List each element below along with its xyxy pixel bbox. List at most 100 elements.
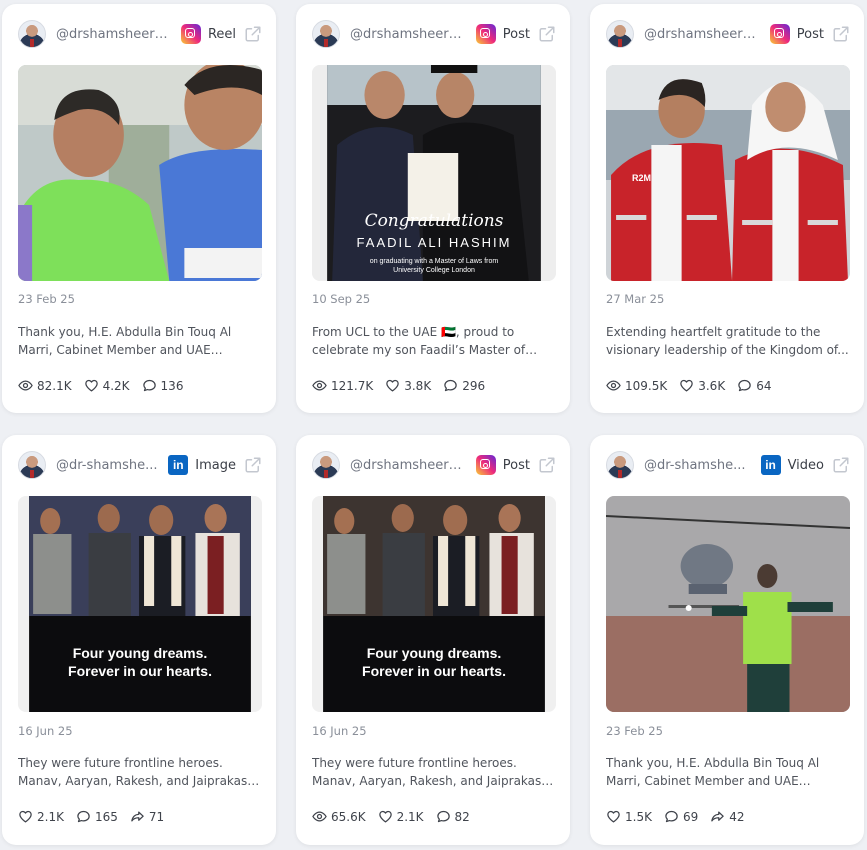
avatar[interactable]: [606, 20, 634, 48]
post-caption: From UCL to the UAE 🇦🇪, proud to celebra…: [312, 325, 526, 357]
post-type: Reel: [207, 26, 236, 42]
heart-icon: [679, 378, 694, 393]
comments-stat: 69: [664, 809, 698, 824]
post-card[interactable]: @drshamsheervp Post Congratulations FAAD…: [296, 4, 570, 413]
platform-badge: in Image: [168, 455, 236, 475]
account-handle[interactable]: @dr-shamshe...: [56, 458, 158, 473]
comment-icon: [436, 809, 451, 824]
heart-icon: [18, 809, 33, 824]
post-card[interactable]: @dr-shamshe... in Image Four young dream…: [2, 435, 276, 845]
likes-stat: 2.1K: [378, 809, 424, 824]
comment-icon: [664, 809, 679, 824]
platform-badge: Post: [475, 455, 530, 475]
overlay-script: Congratulations: [364, 211, 504, 231]
post-date: 27 Mar 25: [606, 292, 665, 306]
card-header: @drshamsheervp Post: [606, 20, 850, 48]
comments-stat: 82: [436, 809, 470, 824]
account-handle[interactable]: @drshamsheervp: [350, 458, 462, 473]
post-date: 10 Sep 25: [312, 292, 371, 306]
external-link-icon[interactable]: [538, 25, 556, 43]
post-thumbnail[interactable]: [18, 65, 262, 281]
share-icon: [130, 809, 145, 824]
post-thumbnail[interactable]: R2M: [606, 65, 850, 281]
post-thumbnail[interactable]: Four young dreams. Forever in our hearts…: [312, 496, 556, 712]
instagram-icon: [769, 24, 790, 44]
views-stat: 109.5K: [606, 378, 667, 393]
post-type: Post: [796, 26, 824, 42]
avatar[interactable]: [18, 20, 46, 48]
overlay-line1: Four young dreams.: [72, 645, 208, 661]
post-caption: They were future frontline heroes. Manav…: [18, 756, 255, 788]
likes-stat: 1.5K: [606, 809, 652, 824]
avatar[interactable]: [18, 451, 46, 479]
views-stat: 65.6K: [312, 809, 366, 824]
memorial-overlay: Four young dreams. Forever in our hearts…: [312, 644, 556, 680]
post-type: Post: [502, 26, 530, 42]
post-card[interactable]: @drshamsheervp Post: [590, 4, 864, 413]
post-date: 16 Jun 25: [312, 724, 367, 738]
comments-stat: 64: [737, 378, 771, 393]
overlay-line2: University College London: [393, 267, 475, 274]
post-date: 23 Feb 25: [18, 292, 75, 306]
overlay-name: FAADIL ALI HASHIM: [356, 235, 512, 250]
engagement-stats: 109.5K 3.6K 64: [606, 378, 771, 393]
card-header: @drshamsheervp Post: [312, 451, 556, 479]
external-link-icon[interactable]: [244, 456, 262, 474]
card-header: @dr-shamshe... in Image: [18, 451, 262, 479]
engagement-stats: 1.5K 69 42: [606, 809, 745, 824]
comments-stat: 296: [443, 378, 485, 393]
overlay-line2: Forever in our hearts.: [362, 663, 506, 679]
likes-stat: 3.8K: [385, 378, 431, 393]
likes-stat: 3.6K: [679, 378, 725, 393]
views-stat: 121.7K: [312, 378, 373, 393]
overlay-line2: Forever in our hearts.: [68, 663, 212, 679]
post-date: 23 Feb 25: [606, 724, 663, 738]
likes-stat: 4.2K: [84, 378, 130, 393]
runners-photo: [18, 65, 262, 281]
account-handle[interactable]: @drshamsheervp: [350, 27, 462, 42]
comment-icon: [76, 809, 91, 824]
instagram-icon: [180, 24, 201, 44]
views-stat: 82.1K: [18, 378, 72, 393]
post-card[interactable]: @dr-shamshe... in Video 23 Feb 25 Thank …: [590, 435, 864, 845]
avatar[interactable]: [312, 451, 340, 479]
post-thumbnail[interactable]: Congratulations FAADIL ALI HASHIM on gra…: [312, 65, 556, 281]
post-thumbnail[interactable]: [606, 496, 850, 712]
heart-icon: [84, 378, 99, 393]
account-handle[interactable]: @drshamsheervp: [644, 27, 756, 42]
comments-stat: 136: [142, 378, 183, 393]
post-date: 16 Jun 25: [18, 724, 73, 738]
external-link-icon[interactable]: [244, 25, 262, 43]
engagement-stats: 65.6K 2.1K 82: [312, 809, 470, 824]
eye-icon: [312, 378, 327, 393]
shares-stat: 42: [710, 809, 745, 824]
external-link-icon[interactable]: [538, 456, 556, 474]
shares-stat: 71: [130, 809, 164, 824]
linkedin-icon: in: [168, 455, 189, 475]
avatar[interactable]: [606, 451, 634, 479]
eye-icon: [312, 809, 327, 824]
eye-icon: [606, 378, 621, 393]
external-link-icon[interactable]: [832, 456, 850, 474]
post-card[interactable]: @drshamsheervp Post: [296, 435, 570, 845]
share-icon: [710, 809, 725, 824]
overlay-line1: Four young dreams.: [366, 645, 502, 661]
instagram-icon: [475, 455, 496, 475]
card-header: @drshamsheervp Reel: [18, 20, 262, 48]
helicopter-video-frame: [606, 496, 850, 712]
post-thumbnail[interactable]: Four young dreams. Forever in our hearts…: [18, 496, 262, 712]
account-handle[interactable]: @drshamsheervp: [56, 27, 168, 42]
post-card[interactable]: @drshamsheervp Reel 23 Feb 25 Thank you,…: [2, 4, 276, 413]
graduation-overlay: Congratulations FAADIL ALI HASHIM on gra…: [312, 211, 556, 274]
heart-icon: [606, 809, 621, 824]
eye-icon: [18, 378, 33, 393]
comments-stat: 165: [76, 809, 118, 824]
post-caption: Thank you, H.E. Abdulla Bin Touq Al Marr…: [18, 325, 232, 357]
platform-badge: Reel: [180, 24, 236, 44]
post-type: Post: [502, 457, 530, 473]
external-link-icon[interactable]: [832, 25, 850, 43]
card-header: @drshamsheervp Post: [312, 20, 556, 48]
avatar[interactable]: [312, 20, 340, 48]
card-header: @dr-shamshe... in Video: [606, 451, 850, 479]
account-handle[interactable]: @dr-shamshe...: [644, 458, 746, 473]
